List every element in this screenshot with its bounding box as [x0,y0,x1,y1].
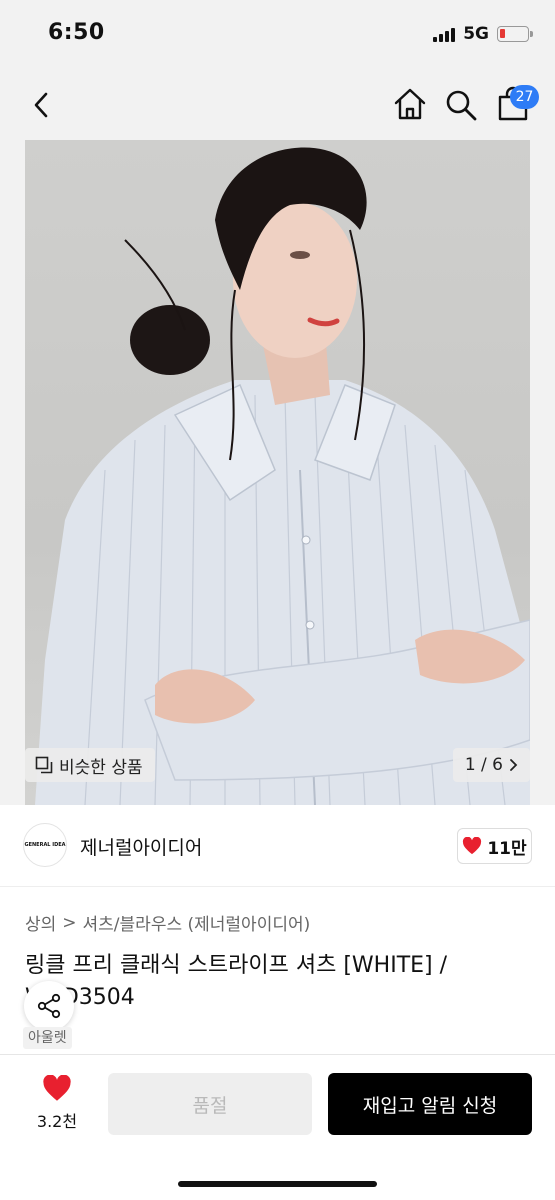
chevron-left-icon [34,92,48,118]
copy-icon [35,756,53,774]
page-indicator-text: 1 / 6 [464,755,503,775]
restock-alert-button[interactable]: 재입고 알림 신청 [328,1073,532,1135]
heart-icon [463,837,482,855]
brand-logo[interactable]: GENERAL IDEA [23,823,67,867]
breadcrumb-separator: > [62,912,77,933]
soldout-button: 품절 [108,1073,312,1135]
battery-icon [497,26,533,42]
bottom-action-bar: 3.2천 품절 재입고 알림 신청 [0,1054,555,1200]
share-icon [37,993,61,1019]
home-indicator [178,1181,377,1187]
share-button[interactable] [24,981,74,1031]
brand-like-button[interactable]: 11만 [457,828,532,864]
status-bar: 6:50 5G [0,0,555,70]
brand-row: GENERAL IDEA 제너럴아이디어 11만 [0,805,555,887]
breadcrumb-item[interactable]: 상의 [25,910,56,935]
status-indicators: 5G [433,24,533,44]
similar-products-button[interactable]: 비슷한 상품 [25,748,155,782]
outlet-tag: 아울렛 [23,1027,72,1049]
heart-icon [43,1075,71,1101]
product-like-count: 3.2천 [36,1112,78,1131]
status-time: 6:50 [48,20,105,45]
product-gallery[interactable]: 비슷한 상품 1 / 6 [0,140,555,805]
image-page-indicator[interactable]: 1 / 6 [452,748,530,782]
product-photo[interactable] [25,140,530,805]
brand-name[interactable]: 제너럴아이디어 [80,833,202,860]
product-title: 링클 프리 클래식 스트라이프 셔츠 [WHITE] / WBD3504 [25,953,448,1010]
brand-like-count: 11만 [487,838,527,859]
cart-count-badge: 27 [510,85,539,109]
network-label: 5G [463,24,489,44]
top-navigation [0,70,555,140]
home-icon[interactable] [392,86,428,122]
signal-icon [433,26,456,42]
breadcrumb: 상의 > 셔츠/블라우스 (제너럴아이디어) [25,910,311,936]
back-button[interactable] [26,88,56,122]
product-like-button[interactable]: 3.2천 [22,1075,92,1135]
breadcrumb-item[interactable]: 셔츠/블라우스 (제너럴아이디어) [83,910,311,935]
similar-products-label: 비슷한 상품 [59,757,143,778]
chevron-right-icon [510,759,518,771]
search-icon[interactable] [444,88,478,122]
